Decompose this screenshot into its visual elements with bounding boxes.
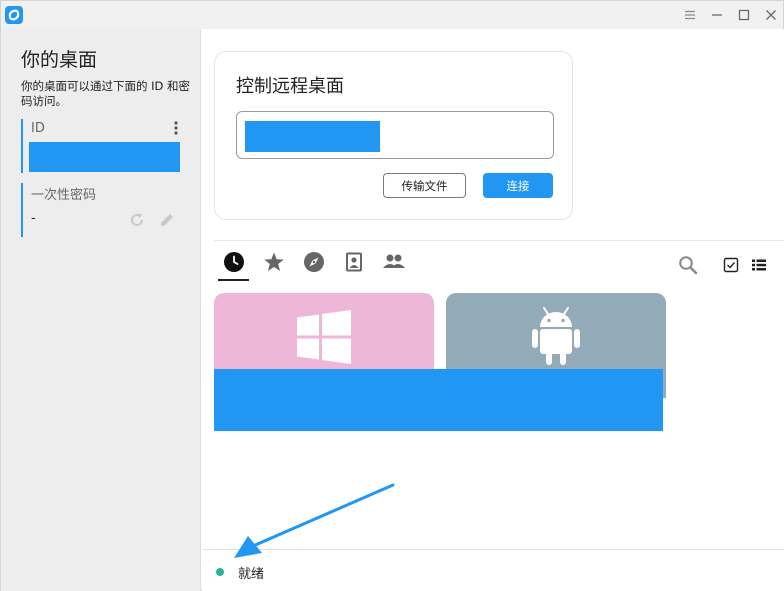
menu-icon[interactable] (680, 5, 700, 25)
id-section: ID (21, 119, 181, 173)
main-panel: 控制远程桌面 传输文件 连接 (202, 29, 784, 549)
id-label: ID (31, 121, 45, 136)
divider (214, 240, 784, 241)
active-tab-indicator (218, 279, 249, 281)
sidebar: 你的桌面 你的桌面可以通过下面的 ID 和密码访问。 ID 一次性密码 - (1, 29, 201, 591)
connect-title: 控制远程桌面 (236, 76, 344, 97)
android-icon (532, 307, 580, 365)
select-icon[interactable] (720, 254, 742, 276)
status-indicator-icon (216, 568, 224, 576)
search-icon[interactable] (677, 254, 699, 276)
password-section: 一次性密码 - (21, 183, 181, 237)
app-window: 你的桌面 你的桌面可以通过下面的 ID 和密码访问。 ID 一次性密码 - 控制… (0, 0, 784, 591)
favorites-icon[interactable] (259, 251, 289, 279)
connect-button[interactable]: 连接 (483, 173, 553, 198)
connect-card: 控制远程桌面 传输文件 连接 (214, 51, 573, 220)
list-view-icon[interactable] (748, 254, 770, 276)
address-book-icon[interactable] (339, 251, 369, 279)
group-icon[interactable] (379, 251, 409, 279)
discovered-icon[interactable] (299, 251, 329, 279)
id-value-redacted[interactable] (29, 142, 180, 172)
app-logo-icon (5, 6, 23, 24)
recent-sessions-icon[interactable] (219, 251, 249, 279)
more-options-icon[interactable] (170, 120, 182, 136)
remote-id-redacted (245, 121, 380, 152)
title-bar (1, 1, 783, 29)
password-label: 一次性密码 (31, 188, 97, 203)
sidebar-description: 你的桌面可以通过下面的 ID 和密码访问。 (21, 79, 191, 108)
password-value: - (31, 211, 36, 226)
refresh-icon[interactable] (127, 210, 147, 230)
status-text: 就绪 (238, 567, 265, 582)
windows-icon (297, 310, 351, 364)
remote-id-input[interactable] (236, 111, 554, 159)
minimize-icon[interactable] (707, 5, 727, 25)
status-bar: 就绪 (202, 549, 784, 591)
sidebar-title: 你的桌面 (21, 49, 98, 71)
edit-icon[interactable] (157, 210, 177, 230)
maximize-icon[interactable] (734, 5, 754, 25)
peer-info-redacted (214, 369, 663, 431)
close-icon[interactable] (761, 5, 781, 25)
transfer-file-button[interactable]: 传输文件 (383, 173, 466, 198)
